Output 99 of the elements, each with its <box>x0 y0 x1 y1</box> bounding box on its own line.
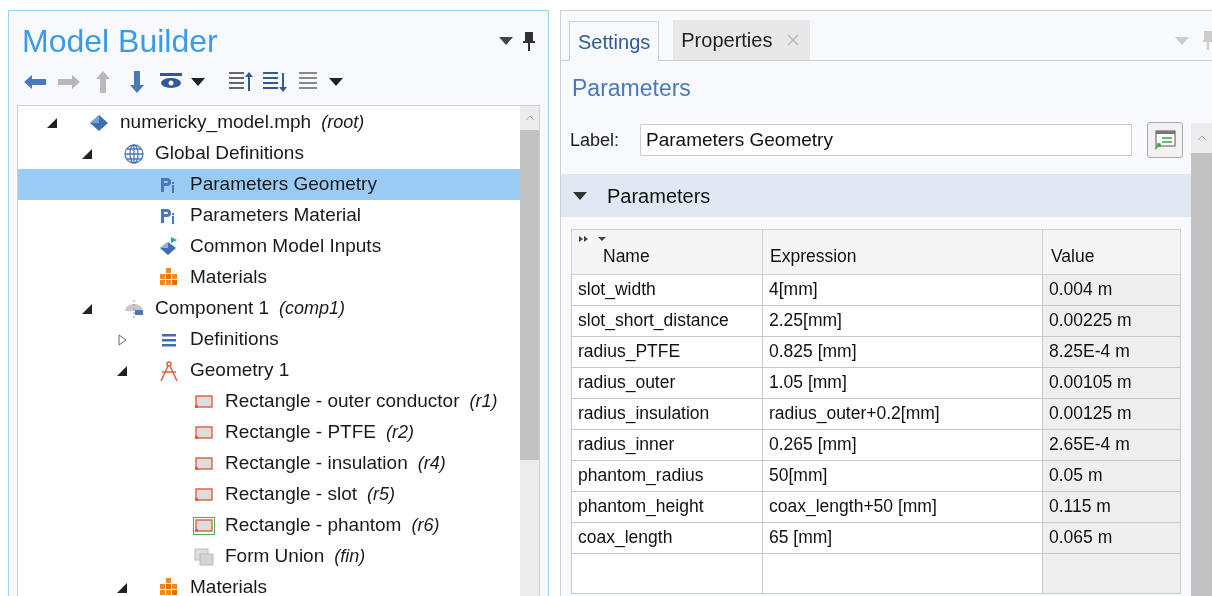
table-cell[interactable]: 2.65E-4 m <box>1042 429 1181 461</box>
component-icon <box>123 297 145 320</box>
tree-item-label: Parameters Material <box>190 203 362 228</box>
expand-toggle[interactable] <box>116 333 128 346</box>
expand-toggle[interactable] <box>116 364 128 377</box>
table-cell[interactable]: coax_length+50 [mm] <box>762 491 1043 523</box>
table-cell[interactable]: radius_outer <box>571 367 763 399</box>
table-cell[interactable]: slot_width <box>571 274 763 306</box>
expand-toggle[interactable] <box>116 581 128 594</box>
section-heading: Parameters <box>571 74 692 100</box>
tab[interactable]: Settings <box>569 21 660 61</box>
tree-item-label: Geometry 1 <box>190 358 290 383</box>
tree-item-label: Component 1 <box>155 296 270 321</box>
tree-item-tag: (r6) <box>411 512 440 539</box>
tree-item-label: Rectangle - slot <box>225 482 357 507</box>
tree-item-tag: (r4) <box>417 450 446 477</box>
tree-item[interactable]: Rectangle - slot (r5) <box>18 479 520 510</box>
section-title: Parameters <box>607 183 711 209</box>
union-icon <box>193 545 215 568</box>
tree-item[interactable]: Rectangle - outer conductor (r1) <box>18 386 520 417</box>
tree-item-label: Rectangle - PTFE <box>225 420 376 445</box>
table-cell[interactable]: radius_insulation <box>571 398 763 430</box>
panel-title: Model Builder <box>22 25 218 57</box>
tree-item-tag: (r2) <box>386 419 414 446</box>
table-cell[interactable]: 0.00225 m <box>1042 305 1181 337</box>
table-cell[interactable]: 0.00105 m <box>1042 367 1181 399</box>
scrollbar[interactable] <box>520 106 539 596</box>
tree-item-tag: (r5) <box>367 481 395 508</box>
tree-item[interactable]: Materials <box>18 572 520 596</box>
materials-icon <box>158 576 180 596</box>
caret-icon[interactable] <box>499 37 513 45</box>
table-cell[interactable]: phantom_radius <box>571 460 763 492</box>
tree-item-tag: (fin) <box>334 543 366 570</box>
label-field[interactable]: Parameters Geometry <box>640 124 1132 156</box>
tree-item[interactable]: Rectangle - phantom (r6) <box>18 510 520 541</box>
expand-toggle[interactable] <box>573 190 587 201</box>
expand-toggle[interactable] <box>46 116 58 129</box>
table-cell[interactable]: 8.25E-4 m <box>1042 336 1181 368</box>
note-icon <box>1153 129 1177 151</box>
section-header[interactable]: Parameters <box>561 174 1191 217</box>
tree-item[interactable]: numericky_model.mph (root) <box>18 107 520 138</box>
tree-item[interactable]: Global Definitions <box>18 138 520 169</box>
table-cell[interactable]: 0.065 m <box>1042 522 1181 554</box>
table-cell[interactable]: 0.265 [mm] <box>762 429 1043 461</box>
tree-item-tag: (comp1) <box>279 295 346 322</box>
tree-item-label: Materials <box>190 575 268 596</box>
tree-item-tag: (root) <box>321 109 365 136</box>
caret-icon[interactable] <box>329 78 343 86</box>
tree-item[interactable]: Parameters Geometry <box>18 169 520 200</box>
table-cell[interactable]: phantom_height <box>571 491 763 523</box>
tree-item[interactable]: Parameters Material <box>18 200 520 231</box>
tree-item-tag: (r1) <box>469 388 498 415</box>
expand-toggle[interactable] <box>81 302 93 315</box>
tree-item-label: Rectangle - phantom <box>225 513 402 538</box>
table-cell[interactable]: 1.05 [mm] <box>762 367 1043 399</box>
table-cell[interactable]: 0.115 m <box>1042 491 1181 523</box>
tree-item[interactable]: Common Model Inputs <box>18 231 520 262</box>
pin-icon[interactable] <box>523 31 535 51</box>
table-cell[interactable]: 0.00125 m <box>1042 398 1181 430</box>
table-cell[interactable]: 50[mm] <box>762 460 1043 492</box>
caret-icon[interactable] <box>191 78 205 86</box>
tree-item[interactable]: Rectangle - PTFE (r2) <box>18 417 520 448</box>
table-cell[interactable]: 0.004 m <box>1042 274 1181 306</box>
comment-button[interactable] <box>1147 122 1183 158</box>
table-cell[interactable]: radius_outer+0.2[mm] <box>762 398 1043 430</box>
table-cell[interactable]: radius_PTFE <box>571 336 763 368</box>
compass-icon <box>158 359 180 382</box>
tree-item-label: Form Union <box>225 544 325 569</box>
tree-item[interactable]: Geometry 1 <box>18 355 520 386</box>
table-cell[interactable]: 65 [mm] <box>762 522 1043 554</box>
column-header[interactable]: Name <box>571 229 763 275</box>
tree-item[interactable]: Definitions <box>18 324 520 355</box>
scrollbar-thumb[interactable] <box>520 130 539 460</box>
tree-item-label: Definitions <box>190 327 279 352</box>
tree-item-label: Parameters Geometry <box>190 172 377 197</box>
tree-item[interactable]: Materials <box>18 262 520 293</box>
tree-item[interactable]: Form Union (fin) <box>18 541 520 572</box>
tree-item-label: Rectangle - outer conductor <box>225 389 460 414</box>
tree-item-label: Common Model Inputs <box>190 234 382 259</box>
rectangle-icon <box>193 514 215 537</box>
globe-icon <box>123 142 145 165</box>
field-label: Label: <box>570 128 621 152</box>
tree-item[interactable]: Component 1 (comp1) <box>18 293 520 324</box>
table-cell[interactable]: 0.05 m <box>1042 460 1181 492</box>
table-cell[interactable]: 4[mm] <box>762 274 1043 306</box>
table-cell[interactable]: radius_inner <box>571 429 763 461</box>
table-cell[interactable]: coax_length <box>571 522 763 554</box>
column-header[interactable]: Value <box>1042 229 1181 275</box>
table-cell[interactable]: 0.825 [mm] <box>762 336 1043 368</box>
column-header[interactable]: Expression <box>762 229 1043 275</box>
tree-item-label: numericky_model.mph <box>120 110 312 135</box>
table-cell[interactable]: 2.25[mm] <box>762 305 1043 337</box>
tree-item-label: Global Definitions <box>155 141 304 166</box>
tab[interactable]: Properties <box>673 20 811 60</box>
tree-item-label: Rectangle - insulation <box>225 451 408 476</box>
table-cell[interactable]: slot_short_distance <box>571 305 763 337</box>
expand-toggle[interactable] <box>81 147 93 160</box>
tree-item-label: Materials <box>190 265 268 290</box>
tree-item[interactable]: Rectangle - insulation (r4) <box>18 448 520 479</box>
